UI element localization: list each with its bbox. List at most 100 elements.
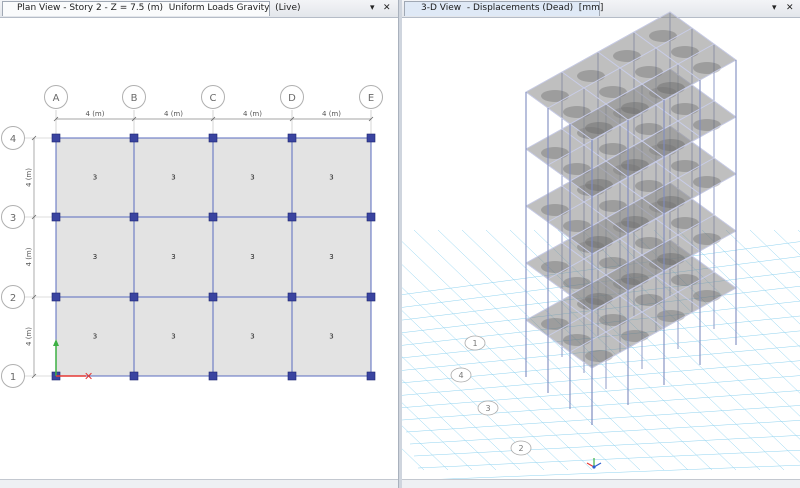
area-load-label: 3 — [93, 174, 97, 182]
area-load-label: 3 — [329, 253, 333, 261]
grid-bubble-label: 4 — [458, 371, 463, 380]
slab-deflection — [635, 180, 663, 192]
dimension-label: 4 (m) — [25, 168, 33, 187]
slab-deflection — [599, 86, 627, 98]
slab-deflection — [693, 119, 721, 131]
3d-view-window[interactable]: 3-D View - Displacements (Dead) [mm] ▾ ✕… — [402, 0, 800, 488]
3d-view-canvas[interactable]: 1 4 3 2 — [402, 0, 800, 480]
slab-deflection — [635, 237, 663, 249]
grid-bubble-label: E — [368, 93, 374, 104]
slab-deflection — [671, 160, 699, 172]
column-node — [287, 212, 297, 222]
grid-bubble-label: 2 — [518, 444, 523, 453]
dimension-label: 4 (m) — [322, 110, 341, 118]
ground-grid-line — [402, 379, 497, 471]
grid-bubble-label: 3 — [10, 213, 16, 224]
column-node — [129, 292, 139, 302]
column-node — [51, 133, 61, 143]
grid-bubble-label: 4 — [10, 134, 16, 145]
grid-bubble-label: D — [288, 93, 296, 104]
slab-deflection — [577, 70, 605, 82]
slab-deflection — [635, 294, 663, 306]
ground-grid-line — [405, 405, 800, 433]
column-node — [208, 133, 218, 143]
slab-deflection — [541, 318, 569, 330]
grid-bubble-label: A — [53, 93, 60, 104]
slab-deflection — [621, 159, 649, 171]
column-node — [287, 292, 297, 302]
slab-deflection — [671, 46, 699, 58]
slab-deflection — [585, 293, 613, 305]
slab-deflection — [657, 196, 685, 208]
slab-deflection — [585, 350, 613, 362]
slab-deflection — [613, 50, 641, 62]
ground-grid-line — [725, 229, 800, 302]
3d-view-scrollbar[interactable] — [402, 479, 800, 488]
slab-deflection — [693, 62, 721, 74]
dimension-label: 4 (m) — [164, 110, 183, 118]
slab-deflection — [657, 139, 685, 151]
column-node — [366, 133, 376, 143]
column-node — [129, 133, 139, 143]
column-node — [208, 212, 218, 222]
area-load-label: 3 — [171, 174, 175, 182]
slab-deflection — [621, 273, 649, 285]
slab-deflection — [657, 253, 685, 265]
slab-deflection — [599, 143, 627, 155]
dimension-label: 4 (m) — [25, 327, 33, 346]
ground-grid-line — [402, 402, 473, 471]
dimension-label: 4 (m) — [243, 110, 262, 118]
plan-view-canvas[interactable]: 3 3 3 3 3 3 3 3 3 3 3 3 4 (m) 4 (m) 4 (m) 4 (m) 4 (m) 4 … — [0, 0, 400, 480]
slab-deflection — [563, 106, 591, 118]
column-node — [129, 371, 139, 381]
slab-deflection — [563, 163, 591, 175]
slab-deflection — [541, 204, 569, 216]
plan-view-window[interactable]: Plan View - Story 2 - Z = 7.5 (m) Unifor… — [0, 0, 400, 488]
slab-deflection — [541, 261, 569, 273]
column-node — [51, 292, 61, 302]
ground-grid-line — [402, 425, 449, 471]
slab-deflection — [693, 290, 721, 302]
slab-deflection — [599, 200, 627, 212]
column-node — [208, 371, 218, 381]
ground-grid-line — [417, 449, 800, 469]
slab-deflection — [541, 90, 569, 102]
slab-deflection — [563, 277, 591, 289]
slab-deflection — [657, 82, 685, 94]
slab-deflection — [693, 176, 721, 188]
slab-deflection — [599, 314, 627, 326]
slab-deflection — [541, 147, 569, 159]
ground-grid-line — [402, 448, 425, 471]
slab-deflection — [585, 122, 613, 134]
column-node — [366, 292, 376, 302]
ground-grid-line — [421, 464, 800, 480]
column-node — [208, 292, 218, 302]
area-load-label: 3 — [329, 174, 333, 182]
area-load-label: 3 — [250, 174, 254, 182]
slab-deflection — [563, 334, 591, 346]
plan-view-scrollbar[interactable] — [0, 479, 400, 488]
slab-deflection — [585, 179, 613, 191]
grid-bubble-label: B — [131, 93, 138, 104]
slab-deflection — [671, 274, 699, 286]
slab-deflection — [599, 257, 627, 269]
area-load-label: 3 — [171, 253, 175, 261]
slab-deflection — [621, 102, 649, 114]
grid-bubble-label: 2 — [10, 293, 16, 304]
grid-bubble-label: 1 — [10, 372, 16, 383]
slab-deflection — [693, 233, 721, 245]
ground-grid-line — [773, 229, 800, 256]
column-node — [366, 371, 376, 381]
area-load-label: 3 — [93, 253, 97, 261]
slab-deflection — [671, 217, 699, 229]
area-load-label: 3 — [93, 333, 97, 341]
area-load-label: 3 — [171, 333, 175, 341]
column-node — [129, 212, 139, 222]
column-node — [287, 371, 297, 381]
column-node — [287, 133, 297, 143]
dimension-label: 4 (m) — [86, 110, 105, 118]
slab-deflection — [671, 103, 699, 115]
slab-deflection — [657, 310, 685, 322]
slab-deflection — [585, 236, 613, 248]
ground-grid-line — [701, 229, 800, 325]
